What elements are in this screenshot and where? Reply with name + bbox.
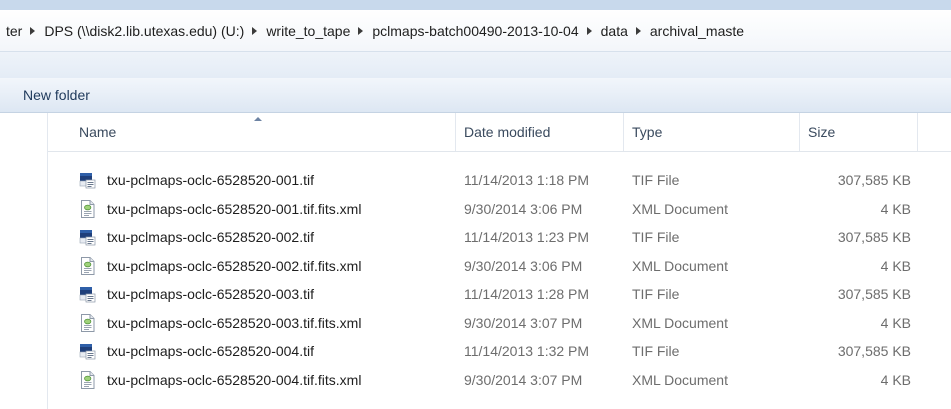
file-name: txu-pclmaps-oclc-6528520-001.tif [107, 172, 314, 189]
file-size: 307,585 KB [837, 343, 911, 360]
new-folder-button[interactable]: New folder [17, 83, 96, 107]
file-date-modified: 9/30/2014 3:06 PM [464, 200, 583, 217]
column-header-label: Name [79, 124, 117, 140]
file-name: txu-pclmaps-oclc-6528520-002.tif [107, 229, 314, 246]
file-date-modified: 11/14/2013 1:32 PM [464, 343, 590, 360]
file-row[interactable]: txu-pclmaps-oclc-6528520-003.tif 11/14/2… [48, 280, 951, 309]
breadcrumb-segment[interactable]: data [601, 23, 628, 39]
file-name: txu-pclmaps-oclc-6528520-003.tif [107, 286, 314, 303]
column-header-row: Name Date modified Type Size [48, 113, 951, 152]
file-name: txu-pclmaps-oclc-6528520-003.tif.fits.xm… [107, 314, 362, 331]
file-size: 4 KB [880, 200, 911, 217]
file-size: 307,585 KB [837, 286, 911, 303]
breadcrumb-segment[interactable]: DPS (\\disk2.lib.utexas.edu) (U:) [44, 23, 244, 39]
command-bar: New folder [0, 78, 951, 113]
column-header-label: Date modified [464, 124, 551, 140]
breadcrumb-segment[interactable]: ter [6, 23, 22, 39]
breadcrumb-segment[interactable]: write_to_tape [266, 23, 350, 39]
breadcrumb-arrow-icon[interactable] [586, 26, 592, 35]
address-bar[interactable]: ter DPS (\\disk2.lib.utexas.edu) (U:) wr… [0, 10, 951, 52]
file-date-modified: 9/30/2014 3:06 PM [464, 257, 583, 274]
breadcrumb-label: DPS (\\disk2.lib.utexas.edu) (U:) [44, 22, 245, 39]
breadcrumb-arrow-icon[interactable] [635, 26, 641, 35]
file-type: XML Document [632, 257, 728, 274]
tif-image-icon [79, 228, 96, 246]
xml-document-icon [79, 199, 96, 218]
file-date-modified: 11/14/2013 1:23 PM [464, 229, 590, 246]
file-size: 307,585 KB [837, 229, 911, 246]
file-type: XML Document [632, 371, 728, 388]
file-row[interactable]: txu-pclmaps-oclc-6528520-002.tif 11/14/2… [48, 223, 951, 252]
tif-image-icon [79, 171, 96, 189]
file-date-modified: 11/14/2013 1:28 PM [464, 286, 590, 303]
file-type: TIF File [632, 172, 680, 189]
file-row[interactable]: txu-pclmaps-oclc-6528520-004.tif 11/14/2… [48, 337, 951, 366]
toolbar-spacer [0, 52, 951, 78]
tif-image-icon [79, 285, 96, 303]
column-header-label: Type [632, 124, 663, 140]
file-type: XML Document [632, 200, 728, 217]
breadcrumb-label: archival_maste [649, 22, 745, 39]
column-header-size[interactable]: Size [800, 113, 918, 151]
xml-document-icon [79, 256, 96, 275]
file-size: 4 KB [880, 257, 911, 274]
breadcrumb-arrow-icon[interactable] [358, 26, 364, 35]
file-type: XML Document [632, 314, 728, 331]
sort-ascending-icon [254, 117, 262, 121]
column-header-name[interactable]: Name [48, 113, 456, 151]
file-row[interactable]: txu-pclmaps-oclc-6528520-004.tif.fits.xm… [48, 366, 951, 395]
file-date-modified: 11/14/2013 1:18 PM [464, 172, 590, 189]
column-header-date[interactable]: Date modified [456, 113, 624, 151]
file-size: 307,585 KB [837, 172, 911, 189]
column-header-type[interactable]: Type [624, 113, 800, 151]
file-type: TIF File [632, 286, 680, 303]
file-row[interactable]: txu-pclmaps-oclc-6528520-001.tif.fits.xm… [48, 195, 951, 224]
file-size: 4 KB [880, 371, 911, 388]
breadcrumb-label: data [600, 22, 628, 39]
file-name: txu-pclmaps-oclc-6528520-001.tif.fits.xm… [107, 200, 362, 217]
file-type: TIF File [632, 343, 680, 360]
file-size: 4 KB [880, 314, 911, 331]
window-title-strip [0, 0, 951, 10]
xml-document-icon [79, 313, 96, 332]
xml-document-icon [79, 370, 96, 389]
breadcrumb-segment[interactable]: archival_maste [650, 23, 744, 39]
tif-image-icon [79, 342, 96, 360]
file-list: txu-pclmaps-oclc-6528520-001.tif 11/14/2… [48, 166, 951, 394]
column-header-label: Size [808, 124, 836, 140]
file-type: TIF File [632, 229, 680, 246]
file-name: txu-pclmaps-oclc-6528520-004.tif [107, 343, 314, 360]
navigation-pane[interactable] [0, 113, 48, 409]
file-name: txu-pclmaps-oclc-6528520-002.tif.fits.xm… [107, 257, 362, 274]
breadcrumb-label: ter [6, 22, 23, 39]
file-row[interactable]: txu-pclmaps-oclc-6528520-002.tif.fits.xm… [48, 252, 951, 281]
file-row[interactable]: txu-pclmaps-oclc-6528520-001.tif 11/14/2… [48, 166, 951, 195]
breadcrumb-arrow-icon[interactable] [30, 26, 36, 35]
file-date-modified: 9/30/2014 3:07 PM [464, 371, 583, 388]
file-date-modified: 9/30/2014 3:07 PM [464, 314, 583, 331]
file-name: txu-pclmaps-oclc-6528520-004.tif.fits.xm… [107, 371, 362, 388]
file-row[interactable]: txu-pclmaps-oclc-6528520-003.tif.fits.xm… [48, 309, 951, 338]
breadcrumb-arrow-icon[interactable] [252, 26, 258, 35]
breadcrumb-label: pclmaps-batch00490-2013-10-04 [372, 22, 579, 39]
breadcrumb-segment[interactable]: pclmaps-batch00490-2013-10-04 [372, 23, 578, 39]
breadcrumb-label: write_to_tape [266, 22, 351, 39]
